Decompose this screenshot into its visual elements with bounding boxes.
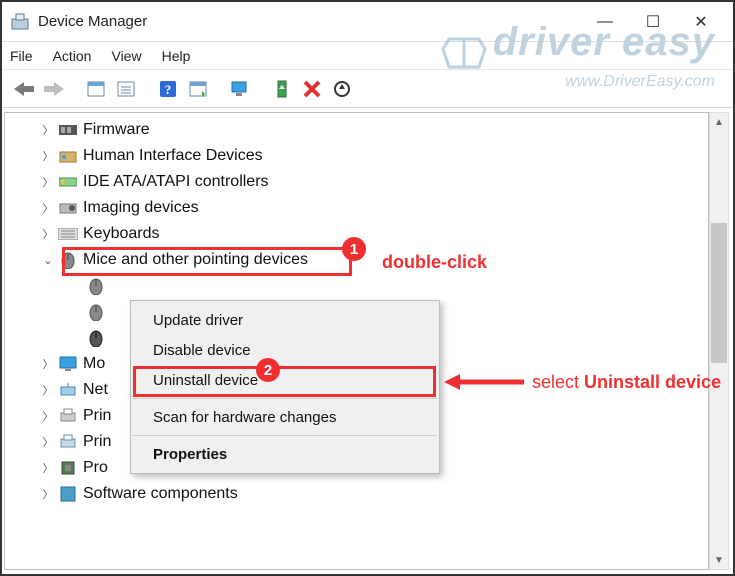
help-icon[interactable]: ? (154, 75, 182, 103)
collapse-icon[interactable]: ⌄ (39, 254, 57, 267)
toolbar-icon-a[interactable] (82, 75, 110, 103)
expand-icon[interactable]: 〉 (39, 460, 57, 476)
mouse-icon (85, 329, 107, 347)
minimize-button[interactable]: — (581, 2, 629, 42)
expand-icon[interactable]: 〉 (39, 408, 57, 424)
network-icon (57, 381, 79, 399)
tree-item-imaging[interactable]: 〉 Imaging devices (11, 195, 702, 221)
ctx-separator (133, 435, 437, 436)
ctx-update-driver[interactable]: Update driver (131, 305, 439, 335)
menu-help[interactable]: Help (162, 48, 191, 64)
mouse-icon (57, 251, 79, 269)
keyboard-icon (57, 225, 79, 243)
enable-icon[interactable] (268, 75, 296, 103)
hid-icon (57, 147, 79, 165)
tree-item-software-components[interactable]: 〉 Software components (11, 481, 702, 507)
expand-icon[interactable]: 〉 (39, 200, 57, 216)
tree-item-firmware[interactable]: 〉 Firmware (11, 117, 702, 143)
printer-icon (57, 433, 79, 451)
update-icon[interactable] (226, 75, 254, 103)
toolbar: ? (2, 70, 733, 108)
menu-bar: File Action View Help (2, 42, 733, 70)
expand-icon[interactable]: 〉 (39, 174, 57, 190)
annotation-badge-1: 1 (342, 237, 366, 261)
menu-file[interactable]: File (10, 48, 33, 64)
processor-icon (57, 459, 79, 477)
expand-icon[interactable]: 〉 (39, 226, 57, 242)
imaging-icon (57, 199, 79, 217)
tree-item-mouse-child[interactable] (11, 273, 702, 299)
window-title: Device Manager (38, 13, 147, 30)
firmware-icon (57, 121, 79, 139)
context-menu: Update driver Disable device Uninstall d… (130, 300, 440, 474)
close-button[interactable]: ✕ (677, 2, 725, 42)
scan-icon[interactable] (328, 75, 356, 103)
software-icon (57, 485, 79, 503)
ide-icon (57, 173, 79, 191)
title-bar: Device Manager — ☐ ✕ (2, 2, 733, 42)
ctx-scan-hardware[interactable]: Scan for hardware changes (131, 402, 439, 432)
ctx-separator (133, 398, 437, 399)
expand-icon[interactable]: 〉 (39, 486, 57, 502)
ctx-uninstall-device[interactable]: Uninstall device (131, 365, 439, 395)
scroll-down-icon[interactable]: ▼ (710, 551, 728, 569)
expand-icon[interactable]: 〉 (39, 356, 57, 372)
menu-view[interactable]: View (111, 48, 141, 64)
annotation-badge-2: 2 (256, 358, 280, 382)
monitor-icon (57, 355, 79, 373)
menu-action[interactable]: Action (53, 48, 92, 64)
svg-text:?: ? (165, 82, 172, 97)
expand-icon[interactable]: 〉 (39, 148, 57, 164)
scroll-thumb[interactable] (711, 223, 727, 363)
scroll-up-icon[interactable]: ▲ (710, 113, 728, 131)
tree-item-ide[interactable]: 〉 IDE ATA/ATAPI controllers (11, 169, 702, 195)
ctx-disable-device[interactable]: Disable device (131, 335, 439, 365)
tree-item-hid[interactable]: 〉 Human Interface Devices (11, 143, 702, 169)
properties-icon[interactable] (184, 75, 212, 103)
app-icon (10, 12, 30, 32)
mouse-icon (85, 303, 107, 321)
mouse-icon (85, 277, 107, 295)
expand-icon[interactable]: 〉 (39, 382, 57, 398)
printer-icon (57, 407, 79, 425)
annotation-arrow (444, 372, 524, 392)
forward-button[interactable] (40, 75, 68, 103)
maximize-button[interactable]: ☐ (629, 2, 677, 42)
vertical-scrollbar[interactable]: ▲ ▼ (709, 112, 729, 570)
toolbar-icon-b[interactable] (112, 75, 140, 103)
expand-icon[interactable]: 〉 (39, 434, 57, 450)
uninstall-icon[interactable] (298, 75, 326, 103)
back-button[interactable] (10, 75, 38, 103)
annotation-text-2: select Uninstall device (532, 372, 721, 393)
expand-icon[interactable]: 〉 (39, 122, 57, 138)
annotation-text-1: double-click (382, 252, 487, 273)
ctx-properties[interactable]: Properties (131, 439, 439, 469)
